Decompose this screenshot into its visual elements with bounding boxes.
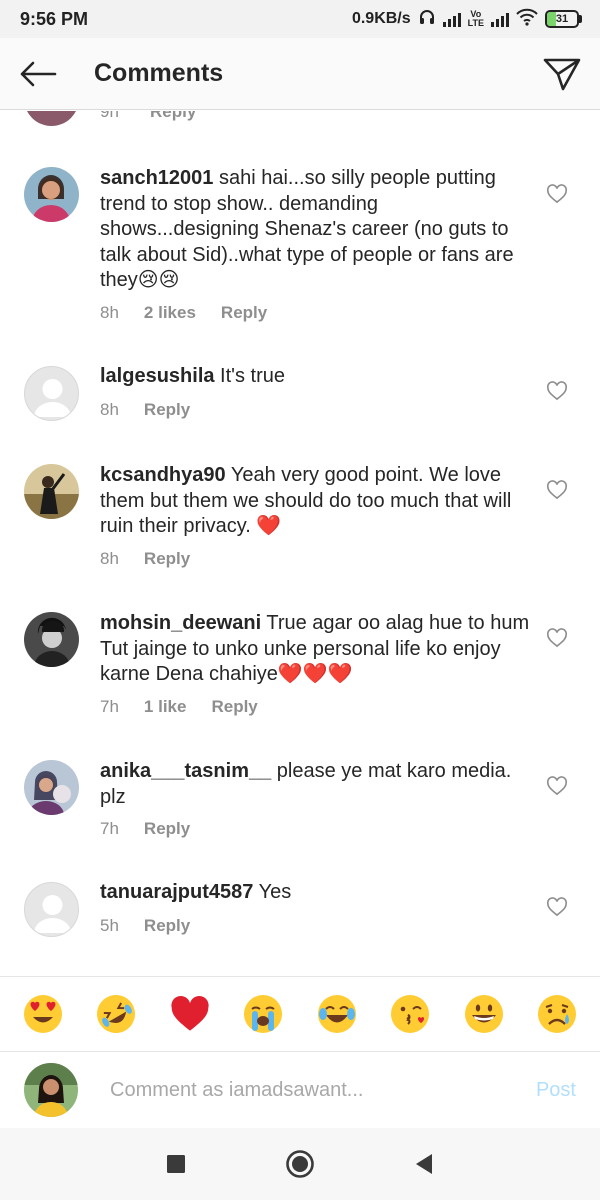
signal-icon xyxy=(442,11,461,27)
triangle-back-icon xyxy=(416,1154,432,1174)
reply-button[interactable]: Reply xyxy=(211,697,257,717)
comment-meta: 8h Reply xyxy=(100,549,190,569)
comment-text: sanch12001 sahi hai...so silly people pu… xyxy=(100,166,532,294)
reply-button[interactable]: Reply xyxy=(150,111,196,122)
status-bar: 9:56 PM 0.9KB/s Vo LTE 31 xyxy=(0,0,600,38)
comment-time: 8h xyxy=(100,400,119,419)
comment-body: It's true xyxy=(214,365,286,387)
heart-outline-icon[interactable] xyxy=(546,381,568,401)
home-button[interactable] xyxy=(238,1128,362,1200)
volte-icon: Vo LTE xyxy=(468,10,484,28)
face-blowing-kiss-emoji-icon[interactable] xyxy=(389,993,431,1035)
back-nav-button[interactable] xyxy=(362,1128,486,1200)
avatar[interactable] xyxy=(24,760,79,815)
volte-bottom: LTE xyxy=(467,18,484,28)
comment-time: 8h xyxy=(100,549,119,568)
heart-outline-icon[interactable] xyxy=(546,897,568,917)
comment-username[interactable]: kcsandhya90 xyxy=(100,464,226,486)
comment-text: kcsandhya90 Yeah very good point. We lov… xyxy=(100,463,532,540)
heart-outline-icon[interactable] xyxy=(546,184,568,204)
system-nav-bar xyxy=(0,1128,600,1200)
heart-outline-icon[interactable] xyxy=(546,776,568,796)
partial-comment: 9h Reply xyxy=(0,111,600,127)
comment-text: anika___tasnim__ please ye mat karo medi… xyxy=(100,759,532,810)
network-speed: 0.9KB/s xyxy=(351,10,411,27)
status-icons: 0.9KB/s Vo LTE 31 xyxy=(352,8,582,31)
paper-plane-icon xyxy=(543,58,581,90)
crying-face-emoji-icon[interactable] xyxy=(536,993,578,1035)
reply-button[interactable]: Reply xyxy=(144,819,190,839)
avatar xyxy=(24,111,79,126)
emoji-bar xyxy=(0,976,600,1052)
battery-icon: 31 xyxy=(545,10,582,28)
comment-username[interactable]: anika___tasnim__ xyxy=(100,760,271,782)
square-icon xyxy=(167,1155,185,1173)
circle-icon xyxy=(286,1150,314,1178)
rolling-laughing-emoji-icon[interactable] xyxy=(95,993,137,1035)
comment-username[interactable]: lalgesushila xyxy=(100,365,215,387)
avatar[interactable] xyxy=(24,167,79,222)
comment-meta: 7h Reply xyxy=(100,819,190,839)
likes-count[interactable]: 1 like xyxy=(144,697,187,717)
avatar[interactable] xyxy=(24,612,79,667)
heart-outline-icon[interactable] xyxy=(546,628,568,648)
headphones-icon xyxy=(418,8,436,31)
comment-meta: 7h 1 like Reply xyxy=(100,697,258,717)
comment-time: 9h xyxy=(100,111,119,121)
reply-button[interactable]: Reply xyxy=(144,400,190,420)
comment-text: mohsin_deewani True agar oo alag hue to … xyxy=(100,611,532,688)
share-button[interactable] xyxy=(532,38,592,110)
comment-list[interactable]: 9h Reply sanch12001 sahi hai...so silly … xyxy=(0,111,600,976)
default-avatar-icon[interactable] xyxy=(24,882,79,937)
comment-username[interactable]: tanuarajput4587 xyxy=(100,881,253,903)
wifi-icon xyxy=(516,8,538,31)
comment-meta: 8h Reply xyxy=(100,400,190,420)
comment-time: 5h xyxy=(100,916,119,935)
back-arrow-icon xyxy=(20,61,57,86)
avatar[interactable] xyxy=(24,464,79,519)
comment-input[interactable] xyxy=(110,1078,526,1102)
reply-button[interactable]: Reply xyxy=(221,303,267,323)
comment-username[interactable]: mohsin_deewani xyxy=(100,612,261,634)
comment-body: Yes xyxy=(253,881,292,903)
status-time: 9:56 PM xyxy=(20,8,89,29)
comment-time: 7h xyxy=(100,819,119,838)
red-heart-emoji-icon[interactable] xyxy=(169,993,211,1035)
default-avatar-icon[interactable] xyxy=(24,366,79,421)
heart-eyes-emoji-icon[interactable] xyxy=(22,993,64,1035)
heart-outline-icon[interactable] xyxy=(546,480,568,500)
page-title: Comments xyxy=(94,59,224,87)
loudly-crying-emoji-icon[interactable] xyxy=(242,993,284,1035)
grinning-face-emoji-icon[interactable] xyxy=(463,993,505,1035)
comment-username[interactable]: sanch12001 xyxy=(100,167,213,189)
signal-icon-2 xyxy=(491,11,509,27)
battery-level: 31 xyxy=(555,13,569,25)
comment-meta: 8h 2 likes Reply xyxy=(100,303,267,323)
reply-button[interactable]: Reply xyxy=(144,549,190,569)
comment-composer: Post xyxy=(0,1052,600,1128)
tears-of-joy-emoji-icon[interactable] xyxy=(316,993,358,1035)
user-avatar xyxy=(24,1063,78,1117)
comment-meta: 5h Reply xyxy=(100,916,190,936)
comment-text: lalgesushila It's true xyxy=(100,364,532,390)
recents-button[interactable] xyxy=(114,1128,238,1200)
comment-text: tanuarajput4587 Yes xyxy=(100,880,532,906)
post-button[interactable]: Post xyxy=(536,1079,576,1102)
comment-time: 7h xyxy=(100,697,119,716)
comments-header: Comments xyxy=(0,38,600,110)
likes-count[interactable]: 2 likes xyxy=(144,303,196,323)
comment-time: 8h xyxy=(100,303,119,322)
back-button[interactable] xyxy=(2,38,74,110)
reply-button[interactable]: Reply xyxy=(144,916,190,936)
